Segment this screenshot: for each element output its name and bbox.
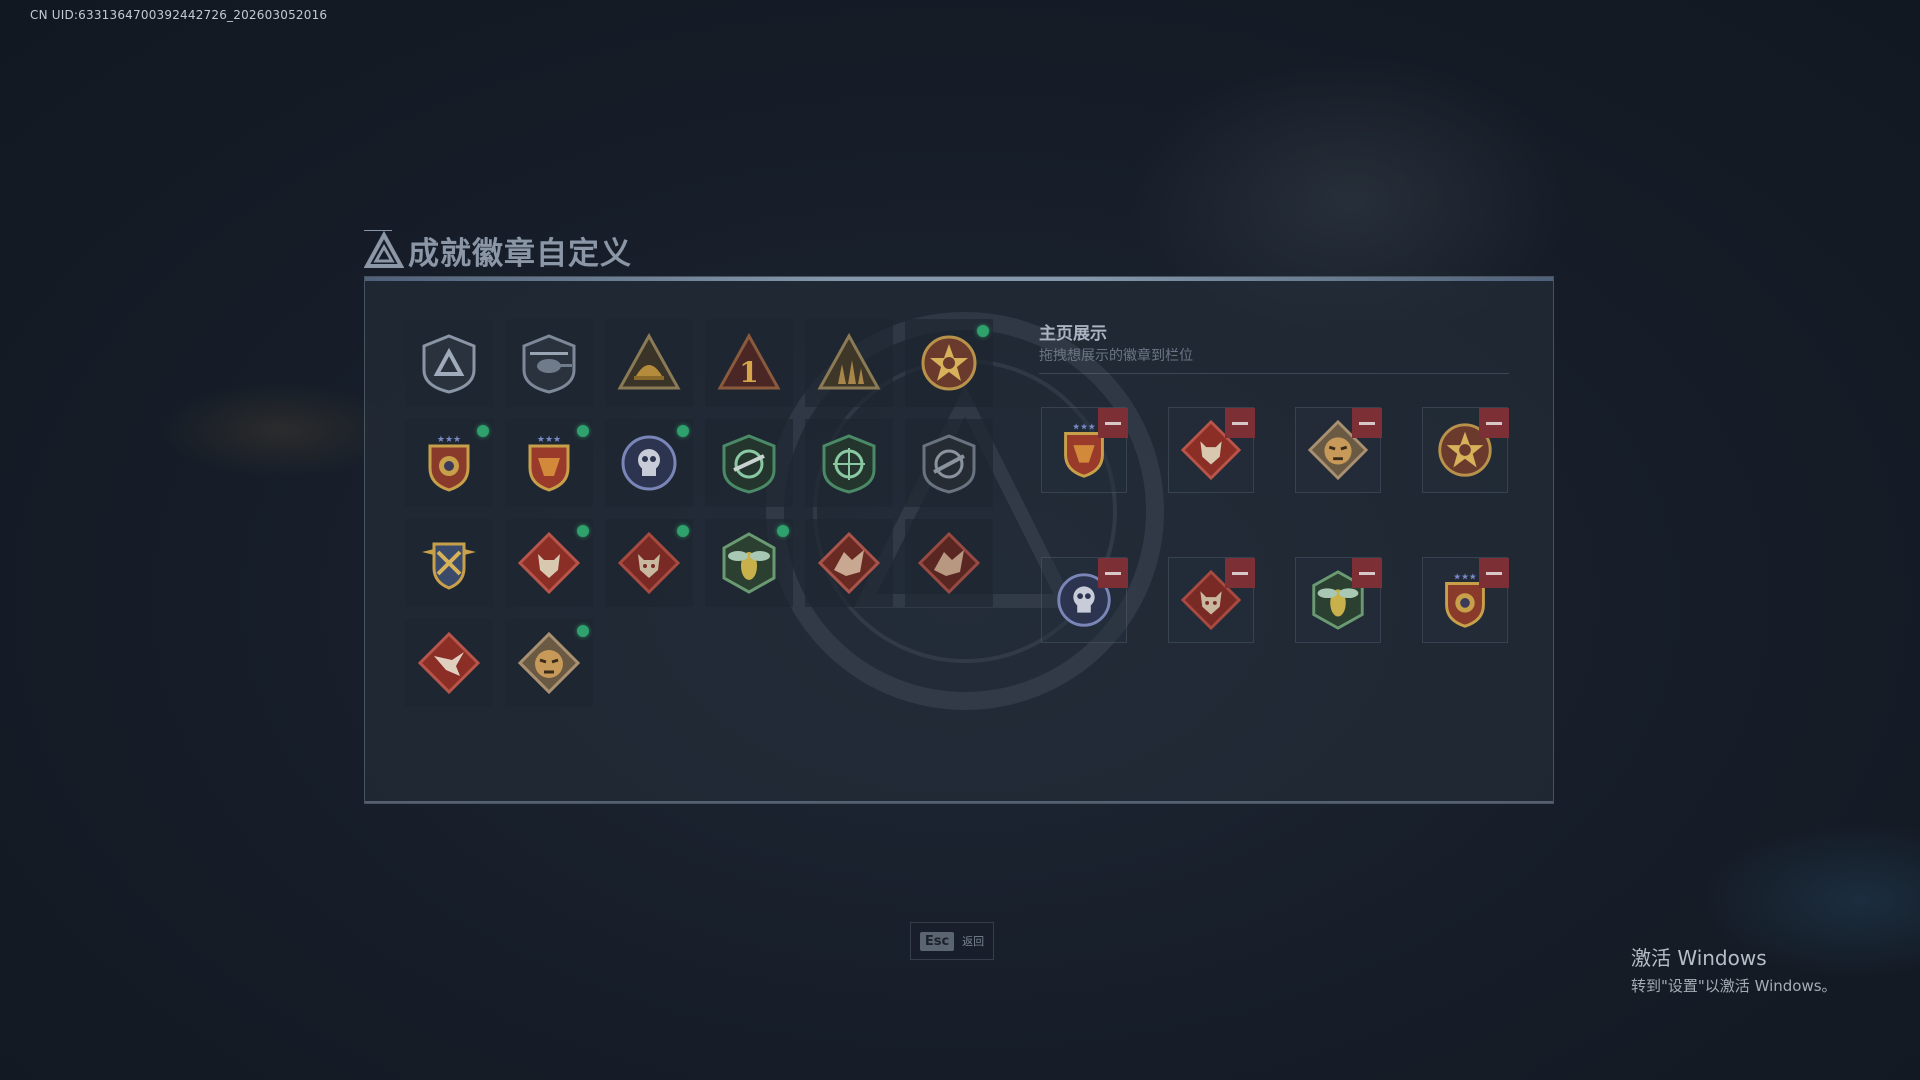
new-badge-indicator (477, 425, 489, 437)
remove-badge-button[interactable] (1352, 408, 1382, 438)
new-badge-indicator (677, 425, 689, 437)
page-title: 成就徽章自定义 (408, 236, 632, 272)
showcase-slot[interactable] (1422, 407, 1509, 493)
panel-top-bar (365, 277, 1553, 281)
crosshair-green-badge-icon (722, 434, 776, 494)
minus-icon (1232, 421, 1248, 425)
badge-cell[interactable] (605, 319, 693, 407)
dragon-diamond-badge-icon (817, 531, 881, 595)
badge-cell[interactable] (505, 519, 593, 607)
svg-text:★★★: ★★★ (1453, 573, 1477, 583)
showcase-slot[interactable] (1168, 557, 1255, 643)
wolf-diamond-badge-icon (517, 531, 581, 595)
badge-cell[interactable] (705, 419, 793, 507)
badge-cell[interactable] (705, 519, 793, 607)
dragon-diamond-alt-badge-icon (917, 531, 981, 595)
svg-text:★★★: ★★★ (437, 435, 461, 445)
new-badge-indicator (577, 425, 589, 437)
minus-icon (1486, 571, 1502, 575)
svg-text:★★★: ★★★ (537, 435, 561, 445)
new-badge-indicator (677, 525, 689, 537)
new-badge-indicator (777, 525, 789, 537)
hornet-badge-icon (722, 532, 776, 594)
number-one-badge-icon: 1 (717, 332, 781, 390)
bird-diamond-badge-icon (417, 631, 481, 695)
badge-cell[interactable] (405, 319, 493, 407)
showcase-divider (1039, 373, 1509, 374)
activation-title: 激活 Windows (1631, 946, 1767, 970)
badge-cell[interactable] (605, 519, 693, 607)
back-label: 返回 (962, 935, 985, 948)
uid-label: CN UID:633136470039244272​6_202603052016 (30, 8, 328, 22)
skull-round-badge-icon (621, 435, 677, 491)
new-badge-indicator (577, 625, 589, 637)
showcase-slot[interactable] (1041, 557, 1128, 643)
crest-stars-badge-icon: ★★★ (428, 435, 470, 492)
badge-cell[interactable]: ★★★ (405, 419, 493, 507)
helicopter-badge-icon (522, 334, 576, 394)
new-badge-indicator (577, 525, 589, 537)
badge-cell[interactable]: 1 (705, 319, 793, 407)
badge-cell[interactable] (905, 519, 993, 607)
esc-key-hint: Esc (919, 931, 955, 951)
badge-cell[interactable]: ★★★ (505, 419, 593, 507)
minus-icon (1486, 421, 1502, 425)
badge-cell[interactable] (605, 419, 693, 507)
remove-badge-button[interactable] (1479, 558, 1509, 588)
gun-dark-badge-icon (922, 434, 976, 494)
minus-icon (1105, 421, 1121, 425)
remove-badge-button[interactable] (1225, 408, 1255, 438)
badge-cell[interactable] (905, 419, 993, 507)
showcase-slot[interactable]: ★★★ (1422, 557, 1509, 643)
showcase-slot[interactable]: ★★★ (1041, 407, 1128, 493)
badge-cell[interactable] (505, 619, 593, 707)
badge-cell[interactable] (405, 619, 493, 707)
crest-red-badge-icon: ★★★ (528, 435, 570, 492)
remove-badge-button[interactable] (1479, 408, 1509, 438)
badge-cell[interactable] (905, 319, 993, 407)
badge-cell[interactable] (805, 519, 893, 607)
windows-activation-watermark: 激活 Windows 转到"设置"以激活 Windows。 (1631, 942, 1837, 996)
star-wreath-badge-icon (921, 335, 977, 391)
svg-text:★★★: ★★★ (1072, 423, 1096, 433)
triangle-shield-badge-icon (422, 334, 476, 394)
remove-badge-button[interactable] (1225, 558, 1255, 588)
panel-bottom-bar (365, 801, 1553, 803)
showcase-slot[interactable] (1295, 407, 1382, 493)
activation-hint: 转到"设置"以激活 Windows。 (1631, 977, 1837, 995)
helmet-triangle-badge-icon (617, 332, 681, 390)
remove-badge-button[interactable] (1098, 558, 1128, 588)
svg-text:1: 1 (739, 356, 758, 389)
showcase-slot[interactable] (1295, 557, 1382, 643)
showcase-slots: ★★★ ★★★ (1041, 407, 1509, 643)
badge-cell[interactable] (505, 319, 593, 407)
badge-cell[interactable] (805, 319, 893, 407)
crosshair-gun-badge-icon (822, 434, 876, 494)
badge-cell[interactable] (805, 419, 893, 507)
badge-customization-panel: 1 ★★★ ★★★ 主页展示 拖拽想展示的徽章到栏位 ★★★ ★★★ (364, 276, 1554, 804)
minus-icon (1359, 421, 1375, 425)
remove-badge-button[interactable] (1098, 408, 1128, 438)
wings-shield-badge-icon (422, 542, 476, 590)
remove-badge-button[interactable] (1352, 558, 1382, 588)
wolf-diamond-alt-badge-icon (617, 531, 681, 595)
minus-icon (1232, 571, 1248, 575)
new-badge-indicator (977, 325, 989, 337)
minus-icon (1359, 571, 1375, 575)
showcase-slot[interactable] (1168, 407, 1255, 493)
back-button[interactable]: Esc 返回 (910, 922, 994, 960)
soldiers-triangle-badge-icon (817, 332, 881, 390)
minus-icon (1105, 571, 1121, 575)
tiger-badge-icon (517, 631, 581, 695)
showcase-title: 主页展示 (1039, 324, 1107, 344)
badge-collection-grid: 1 ★★★ ★★★ (405, 319, 993, 707)
page-header: 成就徽章自定义 (364, 228, 632, 273)
triangle-logo-icon (364, 230, 404, 268)
showcase-subtitle: 拖拽想展示的徽章到栏位 (1039, 348, 1193, 364)
badge-cell[interactable] (405, 519, 493, 607)
